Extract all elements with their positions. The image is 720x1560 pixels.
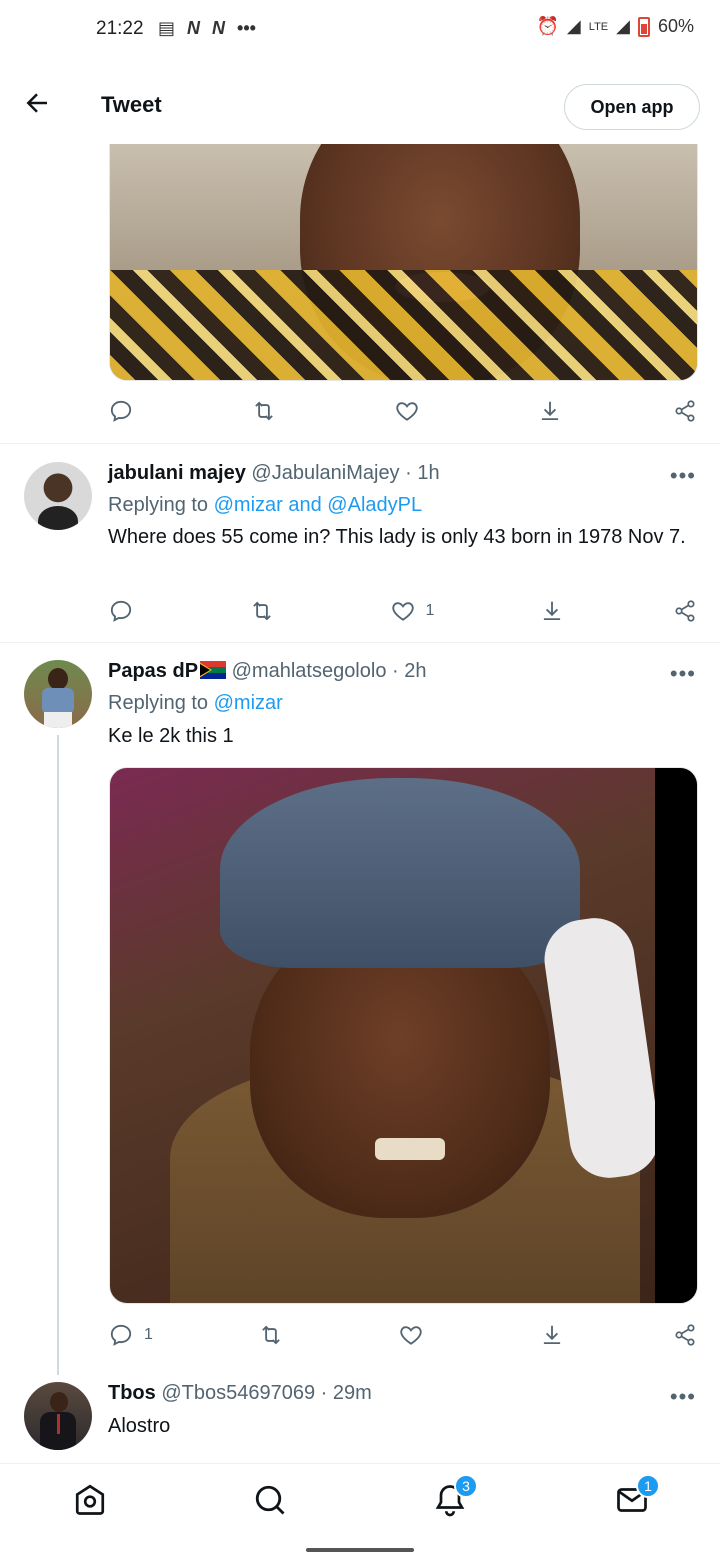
- messages-badge: 1: [636, 1474, 660, 1498]
- reply-button[interactable]: [108, 598, 144, 624]
- retweet-button[interactable]: [249, 598, 285, 624]
- reply-icon: [110, 1324, 132, 1346]
- tweet-time: · 2h: [392, 660, 427, 682]
- divider: [0, 642, 720, 643]
- user-handle[interactable]: @JabulaniMajey: [251, 462, 399, 484]
- tweet-photo[interactable]: [109, 144, 698, 381]
- messages-icon: ▤: [158, 18, 176, 38]
- status-time: 21:22: [96, 18, 144, 39]
- more-dots-icon: •••: [237, 18, 256, 38]
- avatar[interactable]: [24, 462, 92, 530]
- nav-home[interactable]: [72, 1482, 108, 1518]
- retweet-icon: [255, 401, 273, 421]
- tweet-photo[interactable]: [109, 767, 698, 1304]
- tweet-text: Where does 55 come in? This lady is only…: [108, 526, 686, 548]
- retweet-button[interactable]: [251, 398, 287, 424]
- more-options-icon[interactable]: •••: [670, 661, 696, 687]
- download-icon: [544, 1325, 561, 1345]
- share-button[interactable]: [672, 398, 700, 424]
- user-name[interactable]: Tbos: [108, 1382, 156, 1404]
- tweet-action-bar: 1: [108, 591, 700, 631]
- divider: [0, 443, 720, 444]
- nav-messages[interactable]: 1: [614, 1474, 660, 1518]
- download-button[interactable]: [539, 1322, 567, 1348]
- tweet-header: Papas dP @mahlatsegololo · 2h: [108, 660, 426, 683]
- replying-to: Replying to @mizar and @AladyPL: [108, 494, 423, 516]
- top-app-bar: Tweet Open app: [0, 62, 720, 144]
- tweet-text: Alostro: [108, 1415, 171, 1437]
- retweet-icon: [261, 1325, 280, 1345]
- share-button[interactable]: [672, 1322, 700, 1348]
- reply-icon: [110, 400, 132, 422]
- avatar[interactable]: [24, 660, 92, 728]
- user-handle[interactable]: @Tbos54697069: [161, 1382, 315, 1404]
- mention-link[interactable]: @mizar: [214, 692, 283, 714]
- battery-level: 60%: [657, 16, 694, 36]
- share-button[interactable]: [672, 598, 700, 624]
- download-button[interactable]: [537, 398, 565, 424]
- user-handle[interactable]: @mahlatsegololo: [232, 660, 387, 682]
- tweet-header: jabulani majey @JabulaniMajey · 1h: [108, 462, 440, 485]
- avatar[interactable]: [24, 1382, 92, 1450]
- download-icon: [541, 401, 559, 421]
- reply-count: 1: [144, 1326, 153, 1343]
- heart-icon: [391, 602, 414, 621]
- notifications-badge: 3: [454, 1474, 478, 1498]
- reply-button[interactable]: 1: [108, 1322, 153, 1348]
- battery-icon: [637, 16, 650, 37]
- nav-notifications[interactable]: 3: [432, 1474, 478, 1518]
- status-system-icons: ⏰ ◢ LTE ◢ 60%: [536, 16, 694, 37]
- tweet-action-bar: 1: [108, 1315, 700, 1355]
- tweet-text: Ke le 2k this 1: [108, 725, 234, 747]
- heart-icon: [396, 402, 418, 421]
- like-count: 1: [425, 602, 435, 619]
- alarm-icon: ⏰: [536, 16, 559, 36]
- share-icon: [675, 1324, 695, 1346]
- thread-connector: [57, 735, 59, 1375]
- signal-icon: ◢: [616, 16, 630, 36]
- replying-to: Replying to @mizar: [108, 692, 283, 714]
- more-options-icon[interactable]: •••: [670, 1384, 696, 1410]
- signal-icon: ◢: [566, 16, 581, 36]
- home-gesture-handle[interactable]: [306, 1548, 414, 1552]
- back-arrow-icon[interactable]: [22, 88, 52, 118]
- user-name[interactable]: Papas dP: [108, 660, 198, 682]
- bottom-navigation: 3 1: [0, 1463, 720, 1536]
- tweet-time: · 29m: [320, 1382, 372, 1404]
- more-options-icon[interactable]: •••: [670, 463, 696, 489]
- page-title: Tweet: [101, 92, 162, 117]
- reply-icon: [110, 600, 132, 622]
- download-icon: [544, 601, 561, 621]
- user-name[interactable]: jabulani majey: [108, 462, 246, 484]
- gesture-bar: [0, 1536, 720, 1560]
- share-icon: [675, 400, 695, 422]
- reply-button[interactable]: [108, 398, 144, 424]
- netflix-icon: N: [187, 18, 201, 38]
- download-button[interactable]: [539, 598, 567, 624]
- tweet-action-bar: [108, 391, 700, 431]
- network-type: LTE: [588, 20, 609, 33]
- retweet-button[interactable]: [258, 1322, 294, 1348]
- status-bar: 21:22 ▤ N N ••• ⏰ ◢ LTE ◢ 60%: [0, 0, 720, 62]
- south-africa-flag-icon: [200, 661, 227, 679]
- open-app-button[interactable]: Open app: [564, 84, 700, 130]
- nav-search[interactable]: [252, 1482, 288, 1518]
- netflix-icon: N: [212, 18, 226, 38]
- like-button[interactable]: [394, 398, 430, 424]
- retweet-icon: [252, 601, 271, 621]
- like-button[interactable]: [398, 1322, 434, 1348]
- share-icon: [675, 600, 695, 622]
- like-button[interactable]: 1: [390, 598, 435, 624]
- tweet-header: Tbos @Tbos54697069 · 29m: [108, 1382, 372, 1405]
- tweet-time: · 1h: [405, 462, 440, 484]
- mention-link[interactable]: @mizar and @AladyPL: [214, 494, 422, 516]
- home-icon: [75, 1484, 105, 1515]
- status-notification-icons: ▤ N N •••: [158, 18, 256, 39]
- heart-icon: [400, 1326, 423, 1345]
- search-icon: [255, 1485, 285, 1515]
